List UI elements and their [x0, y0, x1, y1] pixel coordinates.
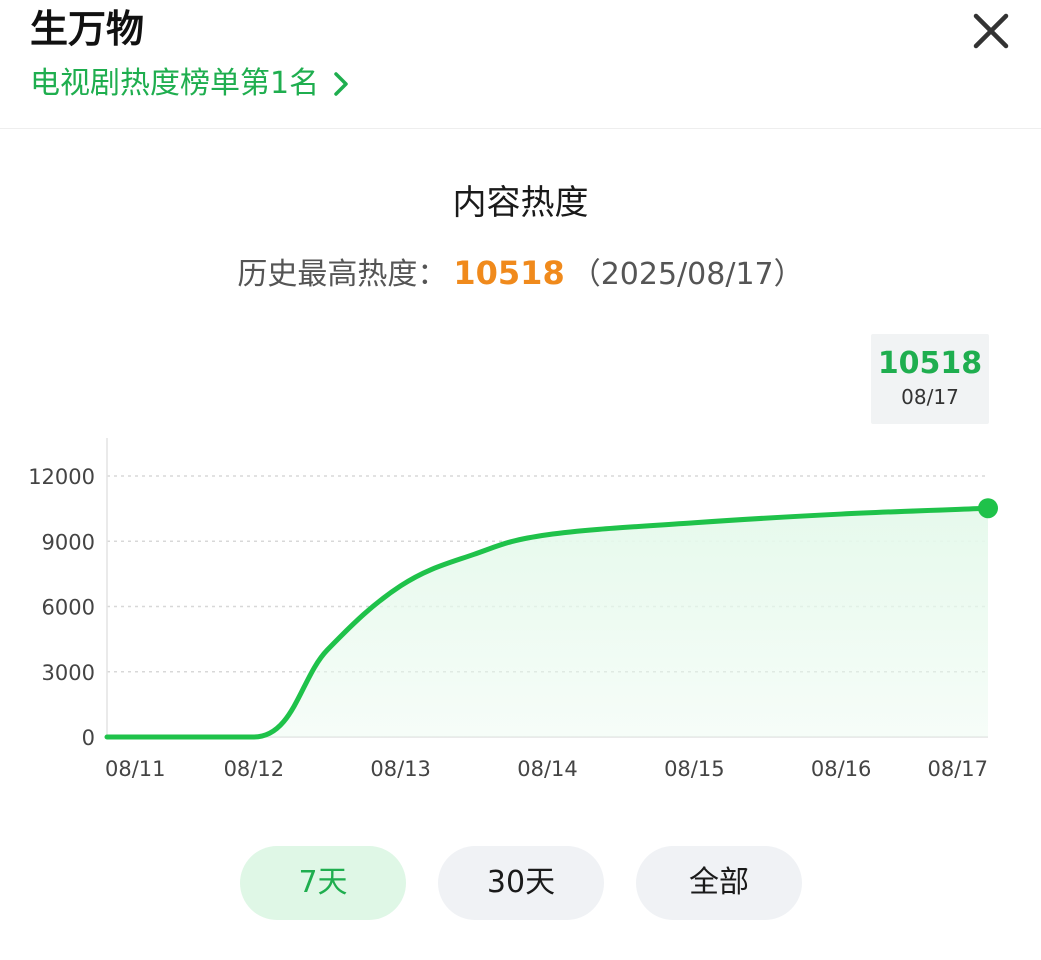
y-tick-label: 0	[82, 726, 95, 750]
y-tick-label: 9000	[42, 530, 95, 554]
x-tick-label: 08/16	[811, 757, 872, 781]
y-tick-label: 6000	[42, 596, 95, 620]
range-7-days-button[interactable]: 7天	[240, 846, 406, 920]
highlight-point	[978, 498, 998, 519]
x-tick-label: 08/11	[105, 757, 166, 781]
x-tick-label: 08/15	[664, 757, 725, 781]
y-tick-label: 3000	[42, 661, 95, 685]
x-tick-label: 08/12	[224, 757, 285, 781]
series-area	[107, 508, 988, 737]
range-all-button[interactable]: 全部	[636, 846, 802, 920]
y-tick-label: 12000	[28, 465, 95, 489]
x-tick-label: 08/13	[370, 757, 431, 781]
range-30-days-button[interactable]: 30天	[438, 846, 604, 920]
x-tick-label: 08/17	[927, 757, 988, 781]
tooltip-value: 10518	[877, 346, 983, 381]
chart-tooltip: 10518 08/17	[871, 334, 989, 424]
range-selector: 7天 30天 全部	[0, 846, 1041, 920]
tooltip-date: 08/17	[901, 385, 959, 409]
x-tick-label: 08/14	[517, 757, 578, 781]
